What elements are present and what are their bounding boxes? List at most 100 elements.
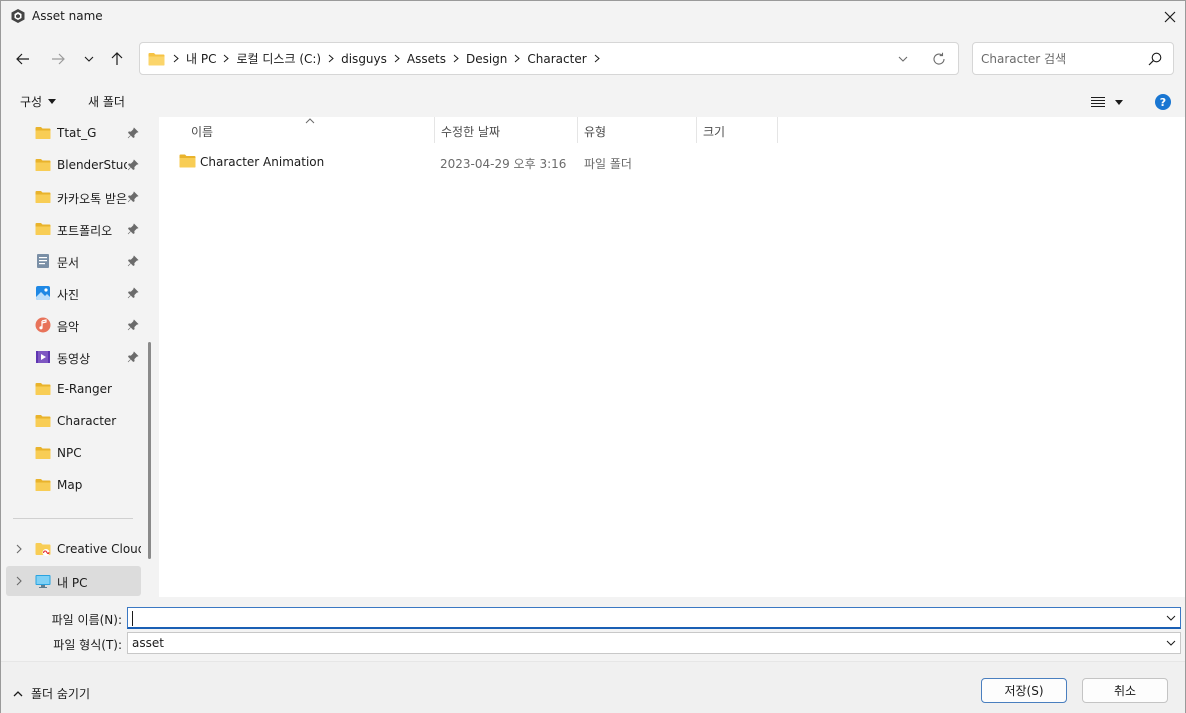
sidebar-item-creative-cloud[interactable]: Creative Cloud [6, 534, 141, 564]
sidebar-item-documents[interactable]: 문서 [6, 246, 141, 276]
chevron-down-icon [84, 56, 94, 62]
sidebar-item-ttat-g[interactable]: Ttat_G [6, 118, 141, 148]
chevron-right-icon[interactable] [14, 544, 24, 554]
column-header-name[interactable]: 이름 [185, 117, 435, 143]
new-folder-button[interactable]: 새 폴더 [88, 93, 125, 110]
chevron-right-icon[interactable] [14, 576, 24, 586]
chevron-right-icon[interactable] [590, 43, 604, 74]
breadcrumb-local-disk[interactable]: 로컬 디스크 (C:) [233, 50, 324, 67]
pin-icon [127, 191, 139, 203]
sidebar-item-label: 포트폴리오 [57, 224, 113, 238]
filename-input[interactable] [132, 610, 1152, 626]
new-folder-label: 새 폴더 [88, 95, 125, 109]
search-input[interactable] [981, 49, 1141, 69]
address-history-button[interactable] [893, 51, 913, 67]
breadcrumb-this-pc[interactable]: 내 PC [183, 50, 219, 67]
sidebar-item-this-pc[interactable]: 내 PC [6, 566, 141, 596]
sidebar-item-label: 카카오톡 받은 [57, 192, 127, 206]
sidebar-item-label: 음악 [57, 320, 80, 334]
organize-button[interactable]: 구성 [20, 93, 57, 110]
change-view-button[interactable] [1091, 94, 1131, 110]
close-button[interactable] [1153, 1, 1186, 32]
sidebar-item-map[interactable]: Map [6, 470, 141, 500]
close-icon [1164, 11, 1176, 22]
window-title: Asset name [32, 9, 103, 23]
sidebar-item-kakaotalk[interactable]: 카카오톡 받은 [6, 182, 141, 212]
hide-folders-button[interactable]: 폴더 숨기기 [13, 685, 90, 702]
recent-locations-button[interactable] [76, 45, 102, 73]
pin-icon [127, 255, 139, 267]
file-name: Character Animation [200, 155, 325, 169]
chevron-right-icon[interactable] [510, 43, 524, 74]
cancel-button[interactable]: 취소 [1082, 678, 1168, 703]
videos-icon [36, 351, 50, 363]
chevron-up-icon [13, 691, 23, 697]
unity-app-icon [11, 9, 25, 23]
sidebar-item-character[interactable]: Character [6, 406, 141, 436]
folder-icon [35, 223, 51, 235]
filetype-select[interactable]: asset [127, 632, 1181, 654]
forward-button[interactable] [45, 45, 71, 73]
column-header-label: 이름 [191, 125, 214, 139]
command-bar: 구성 새 폴더 ? [1, 87, 1185, 117]
breadcrumb-disguys[interactable]: disguys [338, 52, 390, 66]
back-button[interactable] [10, 45, 36, 73]
sidebar-item-label: Ttat_G [57, 126, 97, 140]
folder-icon [35, 447, 51, 459]
chevron-right-icon[interactable] [449, 43, 463, 74]
chevron-down-icon[interactable] [1166, 613, 1176, 623]
sidebar-item-portfolio[interactable]: 포트폴리오 [6, 214, 141, 244]
sidebar-item-label: 사진 [57, 288, 80, 302]
filetype-label: 파일 형식(T): [53, 638, 122, 652]
pin-icon [127, 287, 139, 299]
arrow-up-icon [111, 52, 123, 65]
sidebar-item-music[interactable]: 음악 [6, 310, 141, 340]
breadcrumb-design[interactable]: Design [463, 52, 510, 66]
save-button[interactable]: 저장(S) [981, 678, 1067, 703]
chevron-right-icon[interactable] [390, 43, 404, 74]
sidebar-item-blenderstudy[interactable]: BlenderStudy [6, 150, 141, 180]
folder-icon [35, 415, 51, 427]
search-icon [1148, 52, 1162, 66]
address-bar[interactable]: 내 PC 로컬 디스크 (C:) disguys Assets Design C… [139, 42, 959, 75]
folder-icon [148, 52, 165, 65]
title-bar: Asset name [1, 1, 1185, 32]
sidebar-item-label: 문서 [57, 256, 80, 270]
folder-icon [35, 383, 51, 395]
sidebar-item-pictures[interactable]: 사진 [6, 278, 141, 308]
column-header-label: 크기 [703, 125, 726, 139]
sidebar-item-npc[interactable]: NPC [6, 438, 141, 468]
column-header-size[interactable]: 크기 [697, 117, 778, 143]
nav-scrollbar[interactable] [148, 342, 151, 559]
chevron-right-icon[interactable] [324, 43, 338, 74]
folder-icon [35, 159, 51, 171]
filename-combobox[interactable] [127, 607, 1181, 629]
chevron-down-icon [898, 56, 908, 62]
column-header-label: 유형 [584, 125, 607, 139]
sidebar-item-e-ranger[interactable]: E-Ranger [6, 374, 141, 404]
file-list: 이름 수정한 날짜 유형 크기 Character Animation 2023… [159, 117, 1185, 597]
navigation-pane: Ttat_G BlenderStudy 카카오톡 받은 포트폴리오 문서 사진 [1, 117, 159, 597]
organize-label: 구성 [20, 95, 43, 109]
nav-divider [13, 518, 133, 519]
help-button[interactable]: ? [1155, 94, 1171, 110]
refresh-icon [933, 52, 945, 65]
search-box[interactable] [972, 42, 1174, 75]
up-button[interactable] [104, 45, 130, 73]
filename-label: 파일 이름(N): [51, 613, 122, 627]
sidebar-item-videos[interactable]: 동영상 [6, 342, 141, 372]
file-date: 2023-04-29 오후 3:16 [440, 157, 567, 171]
refresh-button[interactable] [929, 50, 949, 68]
column-header-type[interactable]: 유형 [578, 117, 697, 143]
column-header-date[interactable]: 수정한 날짜 [435, 117, 578, 143]
chevron-down-icon[interactable] [1166, 638, 1176, 648]
chevron-right-icon[interactable] [219, 43, 233, 74]
breadcrumb-assets[interactable]: Assets [404, 52, 449, 66]
caret-down-icon [1115, 99, 1123, 105]
folder-icon [179, 154, 196, 168]
breadcrumb-character[interactable]: Character [524, 52, 589, 66]
computer-icon [35, 575, 51, 588]
music-icon [35, 317, 51, 333]
list-item[interactable]: Character Animation 2023-04-29 오후 3:16 파… [175, 151, 775, 173]
creative-cloud-icon [35, 543, 51, 556]
